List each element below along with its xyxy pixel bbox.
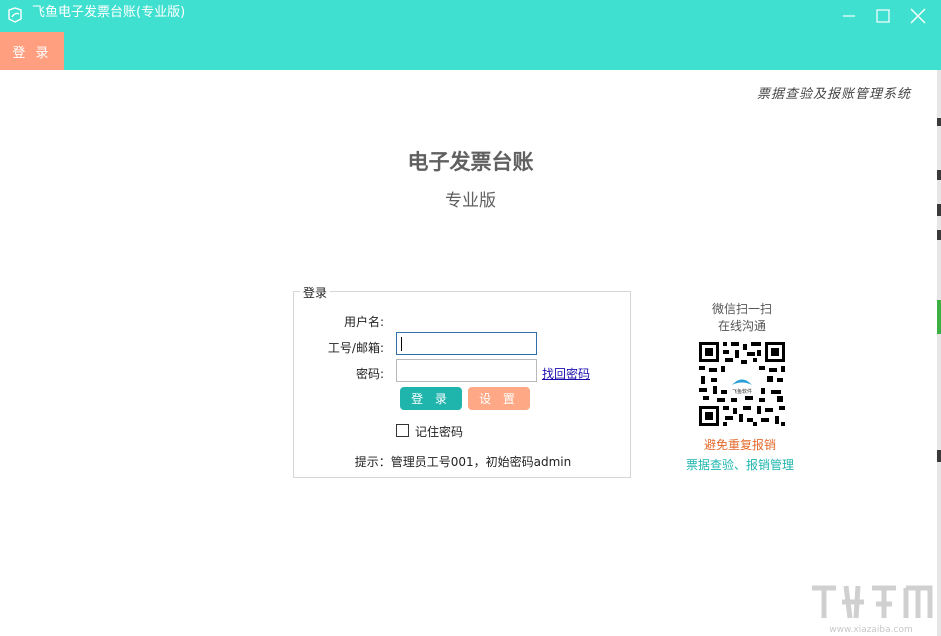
qr-caption-line1: 微信扫一扫 (682, 300, 802, 317)
qr-note-features: 票据查验、报销管理 (660, 456, 820, 473)
app-window: 飞鱼电子发票台账(专业版) 登 录 票据查验及报账管理系统 电子发票台账 专业版… (0, 0, 941, 636)
minimize-button[interactable] (831, 0, 867, 32)
settings-button[interactable]: 设 置 (468, 387, 530, 410)
title-bar: 飞鱼电子发票台账(专业版) (0, 0, 941, 32)
password-label: 密码: (294, 365, 384, 382)
maximize-button[interactable] (865, 0, 901, 32)
account-label: 工号/邮箱: (294, 339, 384, 356)
forgot-password-link[interactable]: 找回密码 (542, 365, 590, 382)
app-logo-icon (6, 6, 24, 24)
remember-password-label: 记住密码 (415, 423, 463, 440)
login-hint: 提示：管理员工号001，初始密码admin (294, 453, 632, 470)
maximize-icon (876, 9, 890, 23)
qr-caption-line2: 在线沟通 (682, 317, 802, 334)
username-label: 用户名: (294, 313, 384, 330)
qr-logo-text: 飞鱼软件 (732, 388, 752, 395)
minimize-icon (842, 9, 856, 23)
login-groupbox: 登录 用户名: 工号/邮箱: 密码: 找回密码 登 录 设 置 记住密码 提示：… (293, 291, 631, 478)
close-button[interactable] (900, 0, 936, 32)
page-title: 电子发票台账 (0, 146, 941, 176)
window-title: 飞鱼电子发票台账(专业版) (32, 5, 185, 21)
toolbar: 登 录 (0, 32, 941, 70)
login-legend: 登录 (300, 284, 330, 301)
login-tab[interactable]: 登 录 (0, 32, 64, 70)
wechat-qr-code: 飞鱼软件 (697, 340, 787, 428)
download-site-watermark-icon: www.xiazaiba.com (806, 578, 936, 636)
remember-password-checkbox[interactable] (396, 424, 409, 437)
text-caret (401, 337, 402, 351)
qr-note-duplicate: 避免重复报销 (660, 436, 820, 453)
password-input[interactable] (396, 359, 537, 382)
account-input[interactable] (396, 332, 537, 355)
edition-label: 专业版 (0, 186, 941, 211)
system-tagline: 票据查验及报账管理系统 (757, 83, 911, 102)
close-icon (910, 8, 926, 24)
watermark-url: www.xiazaiba.com (829, 625, 913, 635)
login-button[interactable]: 登 录 (400, 387, 462, 410)
